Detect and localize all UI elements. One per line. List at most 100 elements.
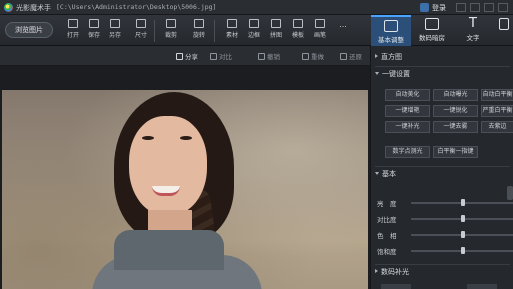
image-canvas[interactable] (0, 66, 370, 289)
section-title: 数码补光 (381, 268, 409, 276)
tool-label: 保存 (87, 32, 100, 39)
tab-label: 文字 (466, 34, 480, 42)
one-click-fill-light-button[interactable]: 一键补光 (385, 121, 430, 133)
panel-footer-button[interactable] (467, 284, 497, 289)
more-tab-icon (498, 18, 509, 30)
collage-icon (271, 19, 281, 28)
restore-button[interactable]: 还原 (340, 51, 362, 61)
tool-open[interactable]: 打开 (62, 18, 84, 44)
maximize-button[interactable] (484, 3, 494, 12)
tool-brush[interactable]: 画笔 (309, 18, 331, 44)
auto-beautify-button[interactable]: 自动美化 (385, 89, 430, 101)
minimize-button[interactable] (470, 3, 480, 12)
auto-exposure-button[interactable]: 自动曝光 (433, 89, 478, 101)
tool-label: 另存 (108, 32, 121, 39)
fill-light-section[interactable]: 数码补光 (371, 266, 513, 279)
auto-white-balance-button[interactable]: 自动白平衡 (481, 89, 513, 101)
slider-knob[interactable] (460, 199, 465, 206)
slider-label: 亮 度 (377, 200, 397, 208)
tool-material[interactable]: 素材 (221, 18, 243, 44)
file-path: [C:\Users\Administrator\Desktop\5006.jpg… (56, 3, 217, 11)
photo-image[interactable] (2, 90, 368, 289)
saturation-slider[interactable]: 饱和度 (375, 246, 513, 256)
severe-white-balance-button[interactable]: 严重白平衡 (481, 105, 513, 117)
tab-darkroom[interactable]: 数码暗房 (412, 15, 452, 46)
white-balance-one-touch-button[interactable]: 白平衡一指键 (433, 146, 478, 158)
title-bar: 光影魔术手 [C:\Users\Administrator\Desktop\50… (0, 0, 513, 15)
divider (375, 66, 510, 67)
undo-label: 撤销 (267, 53, 280, 61)
remove-purple-fringe-button[interactable]: 去紫边 (481, 121, 513, 133)
material-icon (227, 19, 237, 28)
photo-sweater (114, 230, 224, 270)
tab-basic-adjust[interactable]: 基本调整 (371, 15, 411, 46)
secondary-toolbar: 分享 对比 撤销 重做 还原 (0, 46, 370, 66)
tool-save[interactable]: 保存 (83, 18, 105, 44)
app-logo-icon (4, 3, 13, 12)
tool-more[interactable]: ... (332, 18, 354, 44)
toolbar-divider (154, 20, 155, 42)
one-click-defog-button[interactable]: 一键去雾 (433, 121, 478, 133)
slider-label: 饱和度 (377, 248, 397, 256)
close-button[interactable] (498, 3, 508, 12)
share-button[interactable]: 分享 (176, 51, 198, 61)
section-title: 一键设置 (382, 70, 410, 78)
login-button[interactable]: 登录 (420, 2, 446, 13)
basic-section[interactable]: 基本 (371, 168, 513, 181)
expand-arrow-icon (375, 269, 378, 273)
undo-button[interactable]: 撤销 (258, 51, 280, 61)
tool-label: 素材 (225, 32, 238, 39)
app-title: 光影魔术手 (16, 4, 51, 12)
browse-images-button[interactable]: 浏览图片 (5, 22, 53, 38)
photo-eye (180, 136, 192, 140)
main-toolbar: 浏览图片 打开 保存 另存 尺寸 裁剪 旋转 素材 边框 拼图 模板 画笔 ..… (0, 15, 513, 46)
tool-resize[interactable]: 尺寸 (130, 18, 152, 44)
one-click-vivid-button[interactable]: 一键增艳 (385, 105, 430, 117)
tab-label: 基本调整 (378, 36, 404, 44)
brightness-slider[interactable]: 亮 度 (375, 198, 513, 208)
skin-button[interactable] (456, 3, 466, 12)
tool-label: 尺寸 (134, 32, 147, 39)
compare-button[interactable]: 对比 (210, 51, 232, 61)
tool-template[interactable]: 模板 (287, 18, 309, 44)
slider-label: 对比度 (377, 216, 397, 224)
resize-icon (136, 19, 146, 28)
border-icon (249, 19, 259, 28)
histogram-section[interactable]: 直方图 (371, 51, 513, 64)
contrast-slider[interactable]: 对比度 (375, 214, 513, 224)
tab-more[interactable] (494, 15, 513, 46)
photo-eye (142, 136, 154, 140)
one-click-section[interactable]: 一键设置 (371, 68, 513, 81)
undo-icon (258, 52, 265, 60)
collapse-arrow-icon (375, 172, 379, 175)
slider-knob[interactable] (460, 247, 465, 254)
tool-collage[interactable]: 拼图 (265, 18, 287, 44)
tool-crop[interactable]: 裁剪 (160, 18, 182, 44)
one-click-sharpen-button[interactable]: 一键锐化 (433, 105, 478, 117)
spot-metering-button[interactable]: 数字点测光 (385, 146, 430, 158)
tab-text[interactable]: T 文字 (453, 15, 493, 46)
user-icon (420, 3, 429, 12)
open-icon (68, 19, 78, 28)
collapse-arrow-icon (375, 72, 379, 75)
toolbar-divider (214, 20, 215, 42)
save-as-icon (110, 19, 120, 28)
tool-border[interactable]: 边框 (243, 18, 265, 44)
redo-button[interactable]: 重做 (302, 51, 324, 61)
tool-label: 旋转 (192, 32, 205, 39)
tool-save-as[interactable]: 另存 (104, 18, 126, 44)
darkroom-icon (425, 18, 439, 30)
tool-label: 边框 (247, 32, 260, 39)
template-icon (293, 19, 303, 28)
more-icon: ... (339, 20, 347, 29)
hue-slider[interactable]: 色 相 (375, 230, 513, 240)
tab-label: 数码暗房 (419, 34, 445, 42)
slider-knob[interactable] (460, 231, 465, 238)
redo-icon (302, 52, 309, 60)
compare-icon (210, 52, 217, 60)
brush-icon (315, 19, 325, 28)
panel-footer-button[interactable] (381, 284, 411, 289)
tool-rotate[interactable]: 旋转 (188, 18, 210, 44)
slider-knob[interactable] (460, 215, 465, 222)
expand-arrow-icon (375, 54, 378, 58)
